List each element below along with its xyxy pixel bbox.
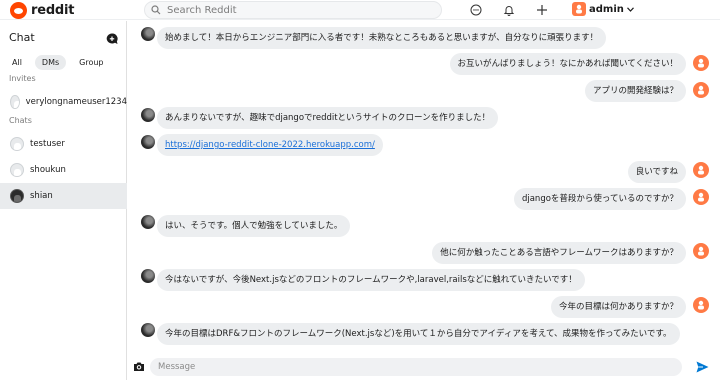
avatar [693, 162, 709, 178]
message-bubble: 他に何か触ったことある言語やフレームワークはありますか？ [432, 242, 686, 264]
message-link[interactable]: https://django-reddit-clone-2022.herokua… [157, 134, 383, 156]
avatar [693, 82, 709, 98]
avatar [693, 189, 709, 205]
search-input[interactable] [167, 4, 427, 16]
invites-heading: Invites [9, 74, 36, 83]
message-bubble: djangoを普段から使っているのですか？ [513, 188, 686, 210]
tab-dms[interactable]: DMs [34, 55, 67, 70]
user-menu[interactable]: admin [572, 2, 634, 16]
reddit-logo[interactable]: reddit [10, 2, 75, 19]
message-bubble: 今年の目標は何かありますか？ [550, 296, 686, 318]
message-bubble: はい、そうです。個人で勉強をしていました。 [157, 215, 351, 237]
chat-tabs: All DMs Group [5, 55, 111, 70]
avatar [693, 297, 709, 313]
avatar [141, 27, 155, 41]
message-bubble: 始めまして！本日からエンジニア部門に入る者です！未熟なところもあると思いますが、… [157, 27, 607, 49]
chat-item-shoukun[interactable]: shoukun [0, 157, 127, 183]
avatar [141, 269, 155, 283]
chat-name: shian [30, 191, 53, 201]
chevron-down-icon [626, 6, 634, 12]
avatar [10, 163, 24, 177]
avatar [141, 215, 155, 229]
user-avatar [572, 2, 586, 16]
bell-icon[interactable] [501, 2, 517, 18]
chat-icon[interactable] [468, 2, 484, 18]
avatar [693, 243, 709, 259]
message-list: 始めまして！本日からエンジニア部門に入る者です！未熟なところもあると思いますが、… [128, 21, 720, 351]
avatar [10, 137, 24, 151]
top-header: reddit admin [0, 0, 720, 20]
search-icon [151, 5, 161, 15]
tab-group[interactable]: Group [72, 55, 110, 70]
user-name: admin [589, 3, 624, 15]
avatar [141, 323, 155, 337]
sidebar-title: Chat [9, 31, 35, 44]
chat-name: shoukun [30, 165, 66, 175]
chat-item-testuser[interactable]: testuser [0, 131, 127, 157]
chat-item-shian[interactable]: shian [0, 183, 127, 209]
message-bubble: 良いですね [627, 161, 686, 183]
chats-heading: Chats [9, 116, 32, 125]
send-icon[interactable] [696, 361, 709, 373]
message-bubble: アプリの開発経験は？ [584, 80, 686, 102]
chat-name: testuser [30, 139, 65, 149]
message-bubble: 今はないですが、今後Next.jsなどのフロントのフレームワークや,larave… [157, 269, 585, 291]
message-input[interactable] [150, 358, 682, 376]
avatar [141, 108, 155, 122]
avatar [141, 135, 155, 149]
message-bubble: お互いがんばりましょう！なにかあれば聞いてください！ [449, 53, 686, 75]
invite-item[interactable]: verylongnameuser1234 [0, 89, 127, 115]
tab-all[interactable]: All [5, 55, 29, 70]
new-chat-icon[interactable] [105, 31, 119, 45]
chat-sidebar: Chat All DMs Group Invites verylongnameu… [0, 21, 127, 380]
avatar [693, 55, 709, 71]
message-bubble: あんまりないですが、趣味でdjangoでredditというサイトのクローンを作り… [157, 107, 499, 129]
message-composer [128, 352, 720, 380]
avatar [10, 95, 20, 109]
brand-name: reddit [31, 3, 75, 18]
search-bar[interactable] [144, 1, 442, 19]
avatar [10, 189, 24, 203]
message-bubble: 今年の目標はDRF&フロントのフレームワーク(Next.jsなど)を用いて１から… [157, 323, 680, 345]
plus-icon[interactable] [534, 2, 550, 18]
invite-name: verylongnameuser1234 [25, 97, 127, 107]
reddit-logo-icon [10, 2, 27, 19]
camera-icon[interactable] [133, 361, 145, 372]
